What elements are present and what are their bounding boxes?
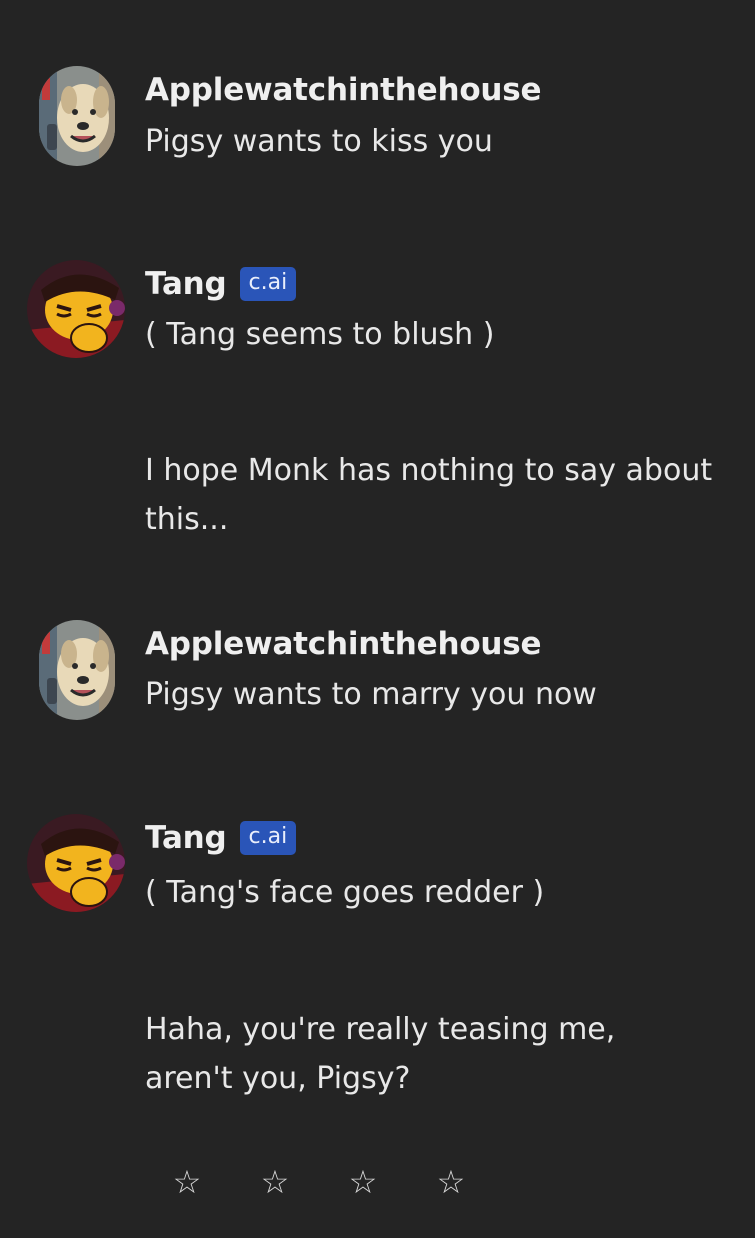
- tang-character-avatar-icon: [27, 260, 125, 358]
- author-name: Tang: [145, 820, 227, 856]
- user-avatar[interactable]: [39, 620, 115, 720]
- star-outline-icon[interactable]: ☆: [258, 1160, 292, 1204]
- message-text: ( Tang seems to blush ): [145, 317, 495, 352]
- star-outline-icon[interactable]: ☆: [346, 1160, 380, 1204]
- author-name: Applewatchinthehouse: [145, 72, 542, 108]
- author-name: Tang: [145, 266, 227, 302]
- message-text: ( Tang's face goes redder ): [145, 875, 545, 910]
- rating-stars: ☆ ☆ ☆ ☆: [170, 1160, 468, 1204]
- tang-character-avatar-icon: [27, 814, 125, 912]
- author-name: Applewatchinthehouse: [145, 626, 542, 662]
- dog-avatar-icon: [39, 620, 115, 720]
- user-avatar[interactable]: [39, 66, 115, 166]
- star-outline-icon[interactable]: ☆: [434, 1160, 468, 1204]
- cai-badge: c.ai: [239, 821, 297, 855]
- bot-avatar[interactable]: [27, 814, 125, 912]
- dog-avatar-icon: [39, 66, 115, 166]
- message-text-continued: Haha, you're really teasing me, aren't y…: [145, 1012, 625, 1096]
- message-text: Pigsy wants to marry you now: [145, 677, 597, 712]
- cai-badge: c.ai: [239, 267, 297, 301]
- chat-thread: Applewatchinthehouse Pigsy wants to kiss…: [0, 0, 755, 1238]
- message-text: Pigsy wants to kiss you: [145, 124, 493, 159]
- message-text-continued: I hope Monk has nothing to say about thi…: [145, 453, 722, 537]
- bot-avatar[interactable]: [27, 260, 125, 358]
- star-outline-icon[interactable]: ☆: [170, 1160, 204, 1204]
